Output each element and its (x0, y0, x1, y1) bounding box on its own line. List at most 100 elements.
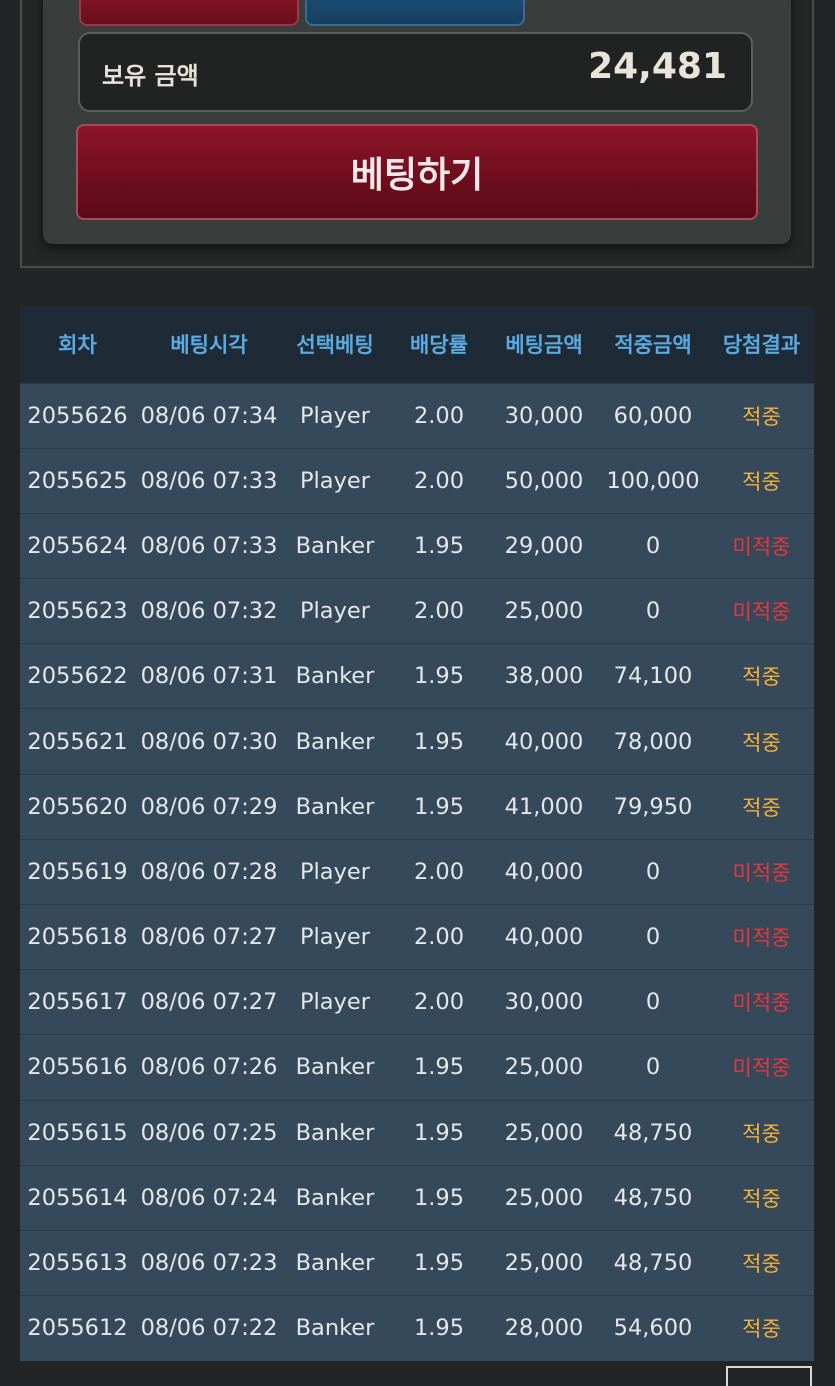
odds-cell: 1.95 (413, 1250, 465, 1277)
table-row: 2055624 08/06 07:33 Banker 1.95 29,000 0 미적중 (20, 513, 814, 579)
bet-amount-cell: 40,000 (504, 728, 584, 755)
bet-time-cell: 08/06 07:32 (140, 598, 278, 625)
table-row: 2055612 08/06 07:22 Banker 1.95 28,000 54,600… (20, 1295, 814, 1361)
odds-cell: 1.95 (413, 663, 465, 690)
bet-amount-cell: 25,000 (504, 1119, 584, 1146)
table-row: 2055626 08/06 07:34 Player 2.00 30,000 60,000… (20, 383, 814, 449)
bet-time-cell: 08/06 07:27 (140, 924, 278, 951)
bet-time-cell: 08/06 07:24 (140, 1184, 278, 1211)
bet-time-cell: 08/06 07:31 (140, 663, 278, 690)
selection-cell: Banker (295, 532, 375, 559)
round-cell: 2055613 (27, 1250, 128, 1277)
balance-label: 보유 금액 (102, 62, 199, 90)
win-amount-cell: 0 (645, 989, 661, 1016)
round-cell: 2055612 (27, 1315, 128, 1342)
header-result: 당첨결과 (722, 333, 801, 358)
bet-amount-cell: 50,000 (504, 467, 584, 494)
result-cell: 적중 (742, 665, 781, 690)
result-cell: 미적중 (732, 534, 791, 559)
header-win-amount: 적중금액 (614, 333, 692, 358)
result-cell: 미적중 (732, 1056, 791, 1081)
odds-cell: 1.95 (413, 1119, 465, 1146)
result-cell: 미적중 (732, 600, 791, 625)
selection-cell: Player (299, 989, 371, 1016)
win-amount-cell: 0 (645, 532, 661, 559)
bet-time-cell: 08/06 07:26 (140, 1054, 278, 1081)
banker-select-button[interactable] (79, 0, 299, 26)
bet-amount-cell: 25,000 (504, 1184, 584, 1211)
bet-amount-cell: 30,000 (504, 402, 584, 429)
bet-time-cell: 08/06 07:22 (140, 1315, 278, 1342)
table-row: 2055614 08/06 07:24 Banker 1.95 25,000 48,750… (20, 1165, 814, 1231)
bet-time-cell: 08/06 07:34 (140, 402, 278, 429)
result-cell: 적중 (742, 404, 781, 429)
selection-cell: Banker (295, 1250, 375, 1277)
round-cell: 2055620 (27, 793, 128, 820)
bet-amount-cell: 25,000 (504, 1054, 584, 1081)
table-row: 2055620 08/06 07:29 Banker 1.95 41,000 79,950… (20, 774, 814, 840)
result-cell: 적중 (742, 1252, 781, 1277)
win-amount-cell: 60,000 (613, 402, 693, 429)
bet-time-cell: 08/06 07:23 (140, 1250, 278, 1277)
player-select-button[interactable] (305, 0, 525, 26)
balance-display: 보유 금액 24,481 (78, 32, 753, 112)
odds-cell: 1.95 (413, 1315, 465, 1342)
bet-amount-cell: 38,000 (504, 663, 584, 690)
win-amount-cell: 0 (645, 598, 661, 625)
table-body: 2055626 08/06 07:34 Player 2.00 30,000 60,000… (20, 383, 814, 1361)
round-cell: 2055622 (27, 663, 128, 690)
odds-cell: 2.00 (413, 989, 465, 1016)
round-cell: 2055621 (27, 728, 128, 755)
table-row: 2055615 08/06 07:25 Banker 1.95 25,000 48,750… (20, 1100, 814, 1166)
selection-cell: Banker (295, 1119, 375, 1146)
bet-amount-cell: 25,000 (504, 1250, 584, 1277)
bet-amount-cell: 30,000 (504, 989, 584, 1016)
header-bet-time: 베팅시각 (170, 333, 248, 358)
win-amount-cell: 79,950 (613, 793, 693, 820)
odds-cell: 1.95 (413, 728, 465, 755)
pagination-box[interactable] (726, 1366, 812, 1386)
bet-time-cell: 08/06 07:25 (140, 1119, 278, 1146)
result-cell: 적중 (742, 469, 781, 494)
result-cell: 미적중 (732, 860, 791, 885)
selection-cell: Banker (295, 1315, 375, 1342)
odds-cell: 2.00 (413, 858, 465, 885)
win-amount-cell: 100,000 (606, 467, 700, 494)
result-cell: 미적중 (732, 991, 791, 1016)
round-cell: 2055625 (27, 467, 128, 494)
header-bet-amount: 베팅금액 (505, 333, 583, 358)
result-cell: 적중 (742, 1121, 781, 1146)
selection-cell: Player (299, 858, 371, 885)
header-round: 회차 (58, 333, 97, 358)
result-cell: 적중 (742, 1186, 781, 1211)
round-cell: 2055624 (27, 532, 128, 559)
table-row: 2055619 08/06 07:28 Player 2.00 40,000 0 미적중 (20, 839, 814, 905)
odds-cell: 2.00 (413, 598, 465, 625)
selection-cell: Player (299, 598, 371, 625)
table-row: 2055622 08/06 07:31 Banker 1.95 38,000 74,100… (20, 643, 814, 709)
table-row: 2055613 08/06 07:23 Banker 1.95 25,000 48,750… (20, 1230, 814, 1296)
bet-amount-cell: 29,000 (504, 532, 584, 559)
odds-cell: 2.00 (413, 467, 465, 494)
round-cell: 2055614 (27, 1184, 128, 1211)
bet-amount-cell: 25,000 (504, 598, 584, 625)
balance-value: 24,481 (588, 46, 727, 87)
place-bet-button[interactable]: 베팅하기 (76, 124, 758, 220)
win-amount-cell: 74,100 (613, 663, 693, 690)
round-cell: 2055619 (27, 858, 128, 885)
header-selection: 선택베팅 (296, 333, 374, 358)
table-row: 2055623 08/06 07:32 Player 2.00 25,000 0 미적중 (20, 578, 814, 644)
bet-amount-cell: 28,000 (504, 1315, 584, 1342)
table-row: 2055616 08/06 07:26 Banker 1.95 25,000 0 미적중 (20, 1034, 814, 1101)
win-amount-cell: 0 (645, 924, 661, 951)
selection-cell: Banker (295, 663, 375, 690)
odds-cell: 2.00 (413, 402, 465, 429)
header-odds: 배당률 (410, 333, 468, 358)
round-cell: 2055626 (27, 402, 128, 429)
bet-amount-cell: 41,000 (504, 793, 584, 820)
selection-cell: Player (299, 402, 371, 429)
result-cell: 적중 (742, 795, 781, 820)
bet-amount-cell: 40,000 (504, 858, 584, 885)
table-row: 2055618 08/06 07:27 Player 2.00 40,000 0 미적중 (20, 904, 814, 970)
win-amount-cell: 48,750 (613, 1119, 693, 1146)
